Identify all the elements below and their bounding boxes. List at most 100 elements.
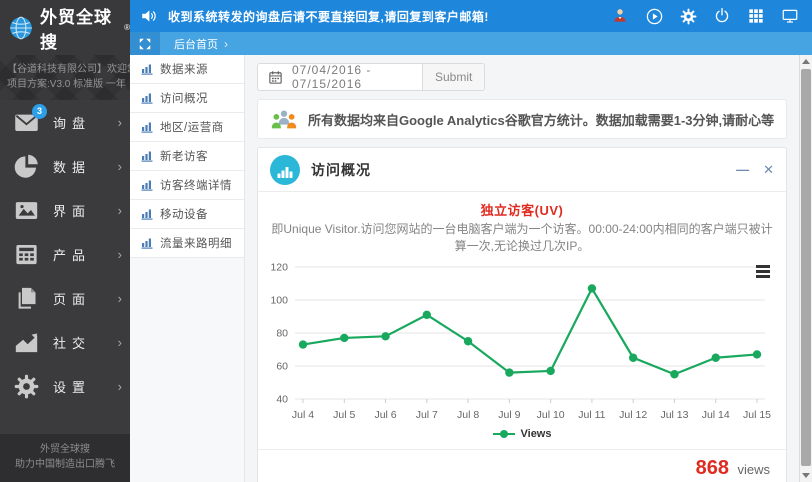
sidebar-item-label: 产品 [53,247,92,263]
svg-text:Jul 5: Jul 5 [333,409,355,421]
welcome-block: 【谷道科技有限公司】欢迎您! 项目方案:V3.0 标准版 一年 [0,55,140,100]
welcome-plan: 项目方案:V3.0 标准版 一年 [7,79,126,90]
page-scrollbar[interactable] [799,55,812,482]
page-body: 【谷道科技有限公司】欢迎您! 项目方案:V3.0 标准版 一年 3 询盘 › 数… [0,55,812,482]
svg-text:Jul 11: Jul 11 [578,409,605,421]
gear-icon [13,373,40,400]
system-notice-text: 收到系统转发的询盘后请不要直接回复,请回复到客户邮箱! [168,9,489,24]
power-icon[interactable] [712,6,732,26]
svg-text:120: 120 [270,262,288,274]
svg-text:Jul 7: Jul 7 [416,409,438,421]
submenu-item-visit-overview[interactable]: 访问概况 [130,84,244,113]
analytics-notice-text: 所有数据均来自Google Analytics谷歌官方统计。数据加载需要1-3分… [308,112,774,128]
brand-name: 外贸全球搜 [40,7,112,52]
main-sidebar: 【谷道科技有限公司】欢迎您! 项目方案:V3.0 标准版 一年 3 询盘 › 数… [0,55,140,482]
panel-header: 访问概况 — ✕ [258,148,786,192]
analytics-notice: 所有数据均来自Google Analytics谷歌官方统计。数据加载需要1-3分… [257,99,787,139]
app-window: 外贸全球搜 ® 收到系统转发的询盘后请不要直接回复,请回复到客户邮箱! 后台首页… [0,0,812,482]
pages-icon [13,285,40,312]
sidebar-item-social[interactable]: 社交 › [0,320,130,364]
date-range-group: 07/04/2016 - 07/15/2016 Submit [257,63,486,91]
svg-text:Jul 12: Jul 12 [619,409,647,421]
svg-text:Jul 8: Jul 8 [457,409,479,421]
svg-text:Jul 6: Jul 6 [374,409,396,421]
people-group-icon [270,109,298,130]
svg-text:60: 60 [276,361,288,373]
submenu-item-traffic-detail[interactable]: 流量来路明细 [130,229,244,258]
submenu-item-label: 访问概况 [160,93,208,105]
grid-icon[interactable] [746,6,766,26]
sidebar-item-interface[interactable]: 界面 › [0,188,130,232]
svg-text:Jul 15: Jul 15 [743,409,771,421]
svg-text:Jul 13: Jul 13 [660,409,688,421]
chevron-right-icon: › [117,246,122,262]
uv-chart-svg: 40 60 80 100 120 Jul 4 Jul 5 Jul 6 Jul 7 Jul 8 Jul… [270,262,771,422]
image-icon [13,197,40,224]
chart-description-line2: 算一次,无论换过几次IP。 [454,239,590,253]
chevron-right-icon: › [117,158,122,174]
sidebar-item-label: 页面 [53,291,92,307]
svg-text:Jul 14: Jul 14 [702,409,730,421]
scroll-up-icon[interactable] [800,55,812,68]
sidebar-item-page[interactable]: 页面 › [0,276,130,320]
gear-icon[interactable] [678,6,698,26]
total-views-row: 868 views [258,450,786,482]
submenu-item-label: 流量来路明细 [160,238,232,250]
submenu-item-new-returning[interactable]: 新老访客 [130,142,244,171]
chart-legend[interactable]: Views [258,425,786,443]
sidebar-item-label: 数据 [53,159,92,175]
bar-chart-icon [141,208,154,220]
sidebar-item-label: 社交 [53,335,92,351]
sidebar-item-inquiry[interactable]: 3 询盘 › [0,100,130,144]
panel-title: 访问概况 [311,161,371,178]
chart-description: 即Unique Visitor.访问您网站的一台电脑客户端为一个访客。00:00… [258,221,786,255]
sidebar-item-product[interactable]: 产品 › [0,232,130,276]
submenu-item-region-carrier[interactable]: 地区/运营商 [130,113,244,142]
chart-menu-icon[interactable] [756,265,770,280]
scrollbar-thumb[interactable] [801,69,811,466]
submenu-item-visitor-terminal[interactable]: 访客终端详情 [130,171,244,200]
chevron-right-icon: › [117,202,122,218]
submenu-item-mobile-device[interactable]: 移动设备 [130,200,244,229]
date-range-input[interactable]: 07/04/2016 - 07/15/2016 [292,63,422,91]
svg-text:80: 80 [276,328,288,340]
inquiry-count-badge: 3 [32,103,47,119]
minimize-icon[interactable]: — [736,163,749,176]
bar-chart-icon [141,63,154,75]
footer-brand: 外贸全球搜 [40,444,90,455]
chevron-right-icon: › [117,290,122,306]
submit-button[interactable]: Submit [422,64,485,90]
main-content: 07/04/2016 - 07/15/2016 Submit 所有数据均来自Go… [245,55,799,482]
top-header: 外贸全球搜 ® 收到系统转发的询盘后请不要直接回复,请回复到客户邮箱! 后台首页… [0,0,812,55]
breadcrumb-bar: 后台首页 › [130,32,812,55]
chart-description-line1: 即Unique Visitor.访问您网站的一台电脑客户端为一个访客。00:00… [271,222,773,236]
scroll-down-icon[interactable] [800,469,812,482]
legend-dot-icon [499,430,508,438]
legend-label: Views [520,428,552,440]
close-icon[interactable]: ✕ [763,163,774,176]
avatar-icon[interactable] [610,6,630,26]
svg-text:100: 100 [270,295,288,307]
visit-overview-panel: 访问概况 — ✕ 独立访客(UV) 即Unique Visitor.访问您网站的… [257,147,787,482]
sidebar-item-label: 询盘 [53,115,92,131]
sidebar-item-settings[interactable]: 设置 › [0,364,130,408]
product-grid-icon [13,241,40,268]
notification-bar: 收到系统转发的询盘后请不要直接回复,请回复到客户邮箱! [130,0,812,32]
submenu-item-label: 移动设备 [160,209,208,221]
breadcrumb-home-link[interactable]: 后台首页 [174,36,218,52]
play-circle-icon[interactable] [644,6,664,26]
bar-chart-icon [141,237,154,249]
envelope-icon: 3 [13,103,47,136]
brand-logo[interactable]: 外贸全球搜 ® [0,0,130,55]
uv-line-chart: 40 60 80 100 120 Jul 4 Jul 5 Jul 6 Jul 7 Jul 8 Jul… [258,255,786,425]
calendar-icon[interactable] [258,64,292,90]
monitor-icon[interactable] [780,6,800,26]
submenu-item-data-source[interactable]: 数据来源 [130,55,244,84]
welcome-company: 【谷道科技有限公司】欢迎您! [7,64,140,75]
submenu-item-label: 新老访客 [160,151,208,163]
total-views-value: 868 [695,457,730,479]
expand-icon[interactable] [130,32,160,55]
sidebar-item-label: 界面 [53,203,92,219]
chevron-right-icon: › [117,334,122,350]
sidebar-item-data[interactable]: 数据 › [0,144,130,188]
